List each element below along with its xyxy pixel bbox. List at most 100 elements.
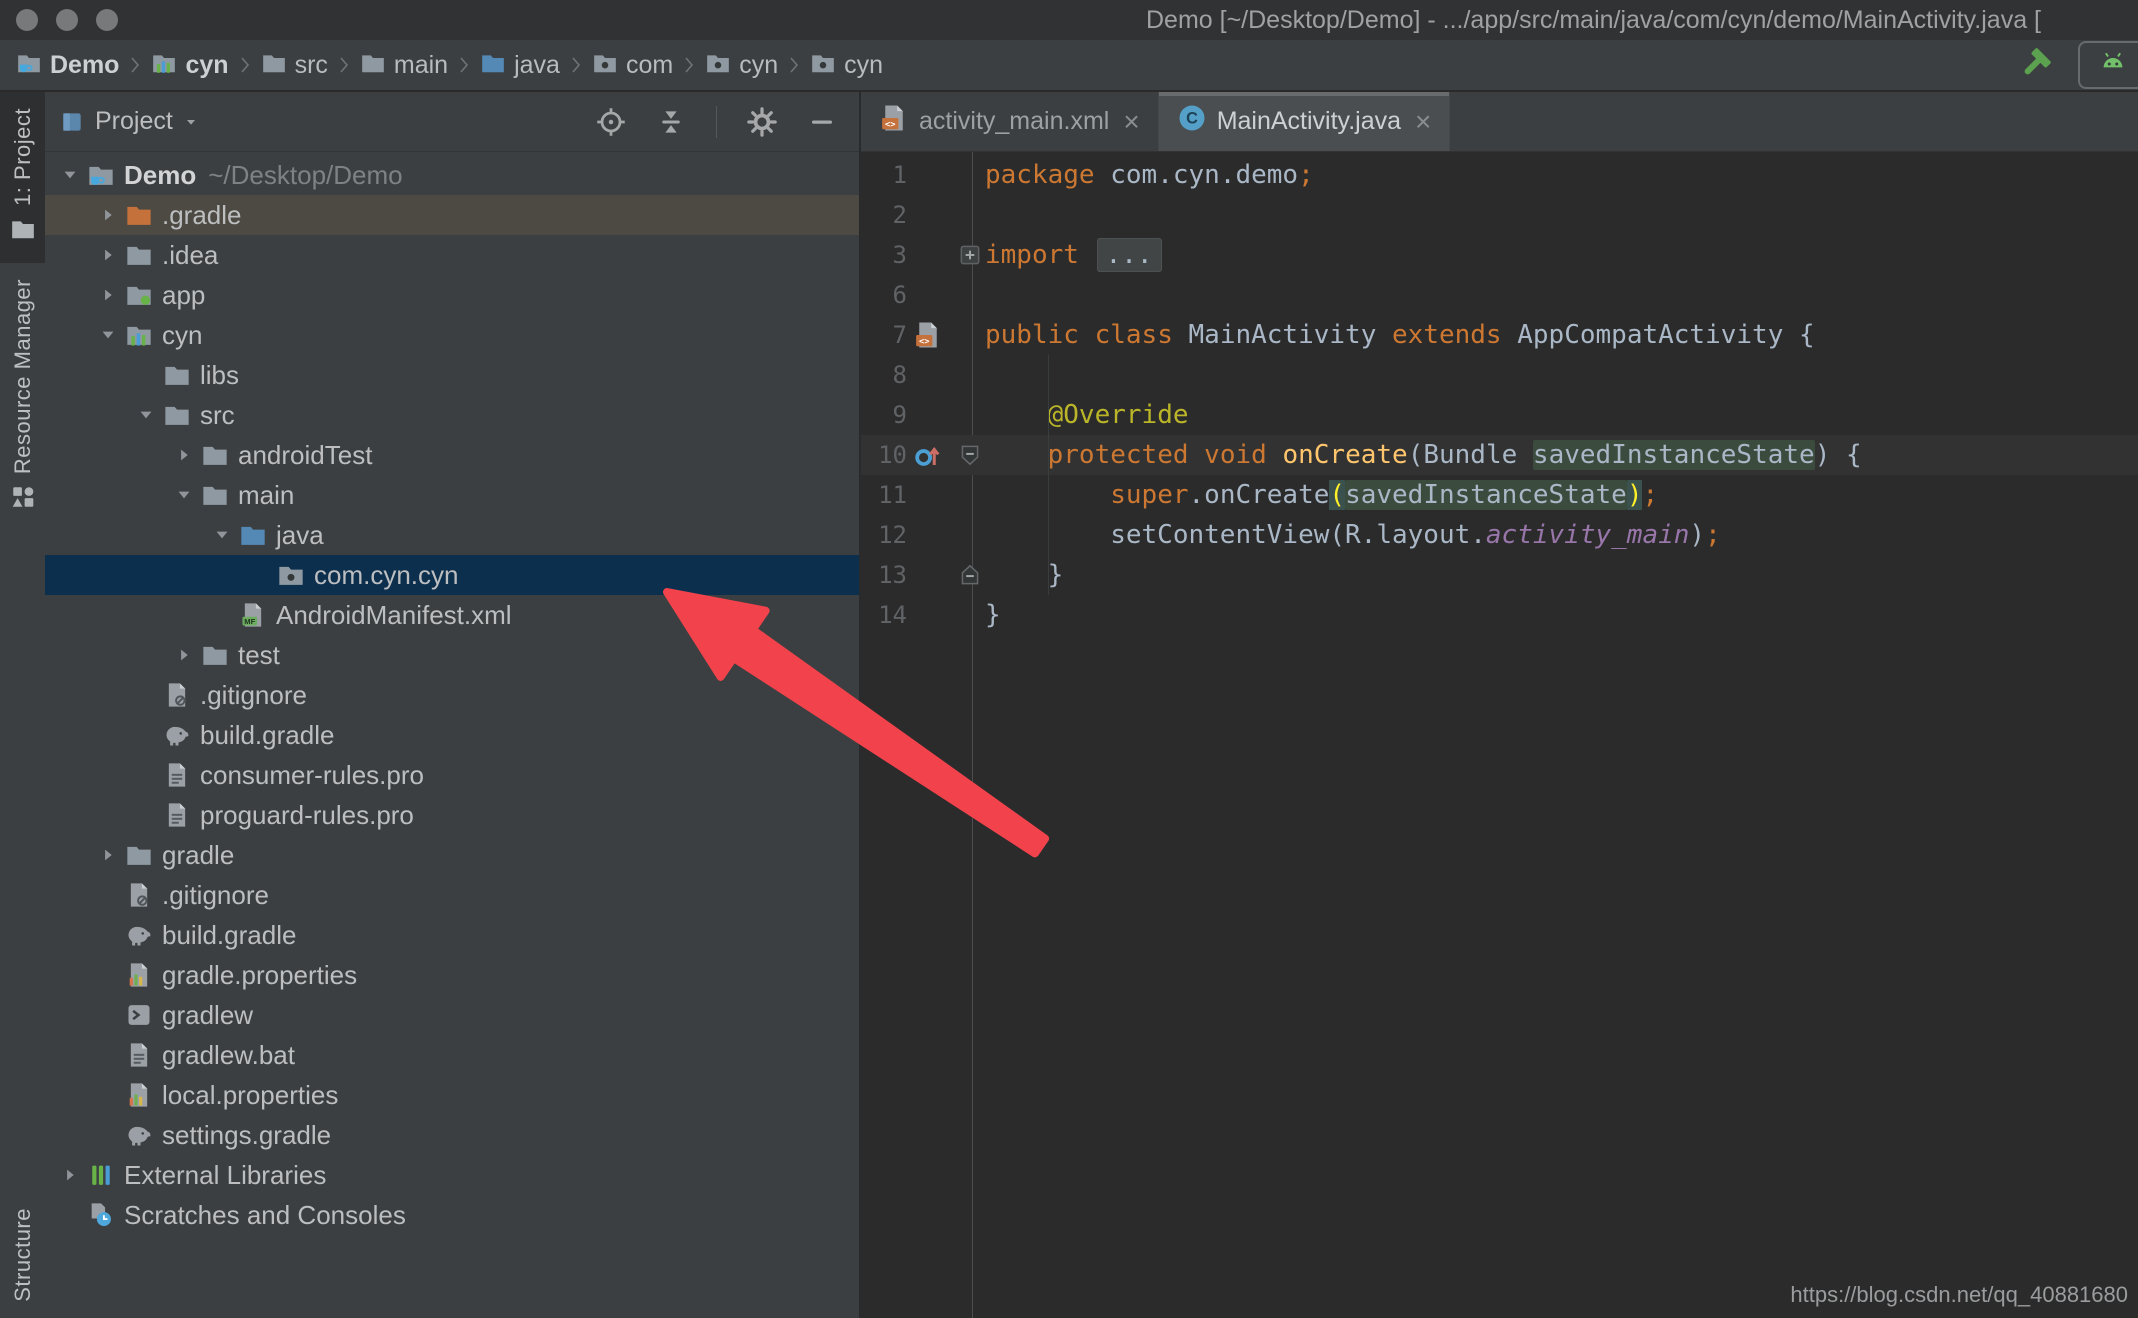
tree-item-gradle[interactable]: gradle: [45, 835, 859, 875]
tree-item-idea[interactable]: .idea: [45, 235, 859, 275]
chevron-down-icon[interactable]: [183, 114, 199, 130]
tree-collapsed-icon[interactable]: [167, 645, 201, 665]
project-view-selector[interactable]: Project: [95, 107, 173, 136]
breadcrumb-item-cyn[interactable]: cyn: [151, 50, 228, 81]
tree-expanded-icon[interactable]: [53, 165, 87, 185]
code-line[interactable]: setContentView(R.layout.activity_main);: [985, 515, 1721, 555]
close-window-icon[interactable]: [16, 9, 38, 31]
collapse-all-icon[interactable]: [656, 107, 686, 137]
tree-item-main[interactable]: main: [45, 475, 859, 515]
tree-collapsed-icon[interactable]: [91, 245, 125, 265]
editor-tab-mainactivity-java[interactable]: CMainActivity.java×: [1159, 92, 1451, 151]
tree-expanded-icon[interactable]: [129, 405, 163, 425]
line-number: 1: [861, 155, 907, 195]
tree-expanded-icon[interactable]: [91, 325, 125, 345]
tree-item-proguard-rules-pro[interactable]: proguard-rules.pro: [45, 795, 859, 835]
tree-expanded-icon[interactable]: [167, 485, 201, 505]
tree-item-gradle[interactable]: .gradle: [45, 195, 859, 235]
folder-orange-icon: [125, 201, 153, 229]
code-line[interactable]: package com.cyn.demo;: [985, 155, 1314, 195]
code-line[interactable]: }: [985, 595, 1001, 635]
tree-item-test[interactable]: test: [45, 635, 859, 675]
tree-collapsed-icon[interactable]: [167, 445, 201, 465]
folder-icon: [163, 401, 191, 429]
tree-item-external-libraries[interactable]: External Libraries: [45, 1155, 859, 1195]
close-tab-icon[interactable]: ×: [1123, 108, 1139, 136]
tree-item-app[interactable]: app: [45, 275, 859, 315]
tree-collapsed-icon[interactable]: [91, 285, 125, 305]
breadcrumb-item-cyn[interactable]: cyn: [705, 50, 778, 81]
tree-item-androidtest[interactable]: androidTest: [45, 435, 859, 475]
tree-item-scratches-and-consoles[interactable]: Scratches and Consoles: [45, 1195, 859, 1235]
tree-item-androidmanifest-xml[interactable]: MFAndroidManifest.xml: [45, 595, 859, 635]
override-gutter-icon[interactable]: [913, 440, 943, 475]
resource-manager-icon: [10, 484, 36, 515]
code-line[interactable]: }: [985, 555, 1063, 595]
layout-gutter-icon[interactable]: <>: [913, 320, 943, 355]
tree-item-gradlew-bat[interactable]: gradlew.bat: [45, 1035, 859, 1075]
line-number: 6: [861, 275, 907, 315]
breadcrumb-item-demo[interactable]: Demo: [16, 50, 119, 81]
tree-item-gradlew[interactable]: gradlew: [45, 995, 859, 1035]
breadcrumb-item-main[interactable]: main: [360, 50, 448, 81]
tree-item-consumer-rules-pro[interactable]: consumer-rules.pro: [45, 755, 859, 795]
tree-item-gradle-properties[interactable]: gradle.properties: [45, 955, 859, 995]
tree-collapsed-icon[interactable]: [53, 1165, 87, 1185]
code-line[interactable]: protected void onCreate(Bundle savedInst…: [985, 435, 1862, 475]
tree-expanded-icon[interactable]: [205, 525, 239, 545]
code-row: 3import ...: [861, 235, 2138, 275]
tree-item-build-gradle[interactable]: build.gradle: [45, 915, 859, 955]
tree-collapsed-icon[interactable]: [91, 845, 125, 865]
locate-icon[interactable]: [596, 107, 626, 137]
editor-tab-activity-main-xml[interactable]: <>activity_main.xml×: [861, 92, 1159, 151]
folder-app-icon: [125, 281, 153, 309]
line-number: 2: [861, 195, 907, 235]
minimize-window-icon[interactable]: [56, 9, 78, 31]
extlib-icon: [87, 1161, 115, 1189]
maximize-window-icon[interactable]: [96, 9, 118, 31]
tool-window-button-structure[interactable]: Structure: [0, 1192, 45, 1318]
fold-marker-close-icon[interactable]: [957, 562, 983, 593]
tree-item-gitignore[interactable]: .gitignore: [45, 875, 859, 915]
project-view-icon: [59, 109, 85, 135]
code-line[interactable]: @Override: [985, 395, 1189, 435]
close-tab-icon[interactable]: ×: [1415, 108, 1431, 136]
code-editor[interactable]: 1 package com.cyn.demo; 23import ...67 <> pu…: [861, 152, 2138, 1318]
module-icon: [151, 50, 177, 81]
tree-item-cyn[interactable]: cyn: [45, 315, 859, 355]
tree-item-src[interactable]: src: [45, 395, 859, 435]
line-number: 11: [861, 475, 907, 515]
textfile-icon: [163, 801, 191, 829]
tool-window-button-1-project[interactable]: 1: Project: [0, 92, 45, 263]
tree-item-gitignore[interactable]: .gitignore: [45, 675, 859, 715]
tool-window-button-resource-manager[interactable]: Resource Manager: [0, 263, 45, 531]
breadcrumb-item-cyn[interactable]: cyn: [810, 50, 883, 81]
tree-item-java[interactable]: java: [45, 515, 859, 555]
tree-item-com-cyn-cyn[interactable]: com.cyn.cyn: [45, 555, 859, 595]
svg-text:<>: <>: [919, 337, 930, 347]
line-number: 7: [861, 315, 907, 355]
editor-area: <>activity_main.xml×CMainActivity.java× …: [861, 92, 2138, 1318]
tree-item-demo[interactable]: Demo~/Desktop/Demo: [45, 155, 859, 195]
folder-blue-icon: [480, 50, 506, 81]
tree-item-local-properties[interactable]: local.properties: [45, 1075, 859, 1115]
tree-item-settings-gradle[interactable]: settings.gradle: [45, 1115, 859, 1155]
breadcrumb-item-java[interactable]: java: [480, 50, 560, 81]
ide-window: Demo [~/Desktop/Demo] - .../app/src/main…: [0, 0, 2138, 1318]
breadcrumb-item-src[interactable]: src: [261, 50, 328, 81]
build-hammer-icon[interactable]: [2016, 47, 2052, 83]
hide-icon[interactable]: [807, 107, 837, 137]
tree-item-libs[interactable]: libs: [45, 355, 859, 395]
tree-item-build-gradle[interactable]: build.gradle: [45, 715, 859, 755]
fold-marker-open-icon[interactable]: [957, 442, 983, 473]
code-line[interactable]: super.onCreate(savedInstanceState);: [985, 475, 1658, 515]
code-line[interactable]: import ...: [985, 235, 1164, 275]
code-row: 9 @Override: [861, 395, 2138, 435]
package-icon: [705, 50, 731, 81]
code-line[interactable]: public class MainActivity extends AppCom…: [985, 315, 1815, 355]
run-configuration-selector[interactable]: app: [2078, 41, 2138, 89]
breadcrumb-item-com[interactable]: com: [592, 50, 673, 81]
settings-icon[interactable]: [747, 107, 777, 137]
fold-marker-plus-icon[interactable]: [957, 242, 983, 273]
tree-collapsed-icon[interactable]: [91, 205, 125, 225]
